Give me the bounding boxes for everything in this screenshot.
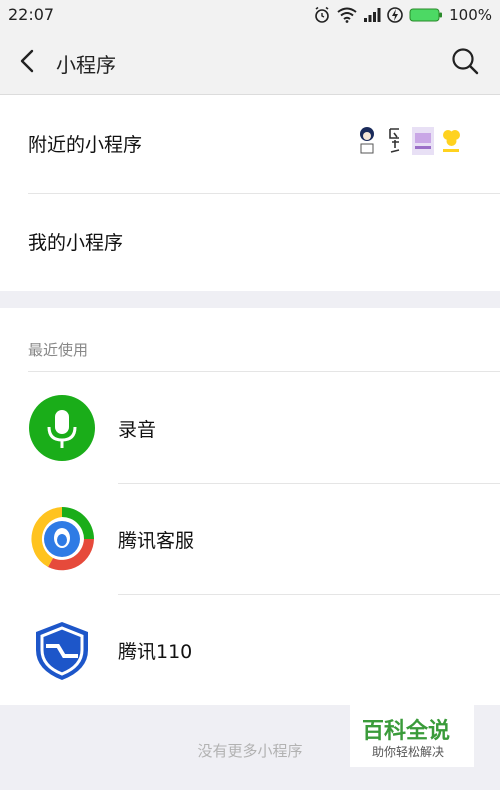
shield-icon — [36, 622, 88, 680]
watermark-sub-text: 助你轻松解决 — [372, 745, 445, 759]
wifi-icon — [337, 7, 357, 23]
my-mini-programs-row[interactable]: 我的小程序 — [0, 193, 500, 291]
back-arrow-icon[interactable] — [14, 46, 44, 76]
status-icons: 100% — [313, 4, 492, 26]
tencent-service-icon — [29, 506, 95, 572]
thumbnail-calligraphy-icon — [384, 124, 406, 158]
app-row-tencent110[interactable]: 腾讯110 — [0, 594, 500, 705]
battery-icon — [409, 8, 443, 22]
nav-bar: 小程序 — [0, 30, 500, 95]
battery-percent: 100% — [449, 6, 492, 24]
recent-card: 最近使用 录音 腾讯客服 腾讯110 — [0, 308, 500, 705]
recent-section-title: 最近使用 — [28, 341, 89, 359]
alarm-icon — [315, 6, 329, 23]
watermark-logo: 百科全说 助你轻松解决 — [350, 705, 474, 767]
app-name-tencent-service: 腾讯客服 — [118, 530, 195, 552]
status-time: 22:07 — [8, 5, 55, 24]
my-mini-programs-label: 我的小程序 — [28, 232, 124, 254]
charging-icon — [387, 7, 403, 23]
thumbnail-girl-icon — [356, 124, 378, 158]
app-row-recorder[interactable]: 录音 — [0, 372, 500, 483]
signal-icon — [364, 8, 381, 22]
app-name-recorder: 录音 — [118, 419, 157, 441]
nearby-mini-programs-row[interactable]: 附近的小程序 — [0, 95, 500, 193]
app-name-tencent110: 腾讯110 — [118, 641, 193, 663]
watermark-main-text: 百科全说 — [362, 719, 451, 744]
app-row-tencent-service[interactable]: 腾讯客服 — [0, 483, 500, 594]
thumbnail-pink-brand-icon — [412, 127, 434, 155]
nearby-mini-programs-label: 附近的小程序 — [28, 134, 143, 156]
menu-card: 附近的小程序 我的小程序 — [0, 95, 500, 291]
status-bar: 22:07 100% — [0, 0, 500, 30]
page-title: 小程序 — [56, 53, 116, 77]
microphone-icon — [29, 395, 95, 461]
thumbnail-clover-icon — [440, 124, 462, 158]
nearby-thumbnails — [356, 124, 462, 158]
search-icon[interactable] — [450, 46, 480, 76]
